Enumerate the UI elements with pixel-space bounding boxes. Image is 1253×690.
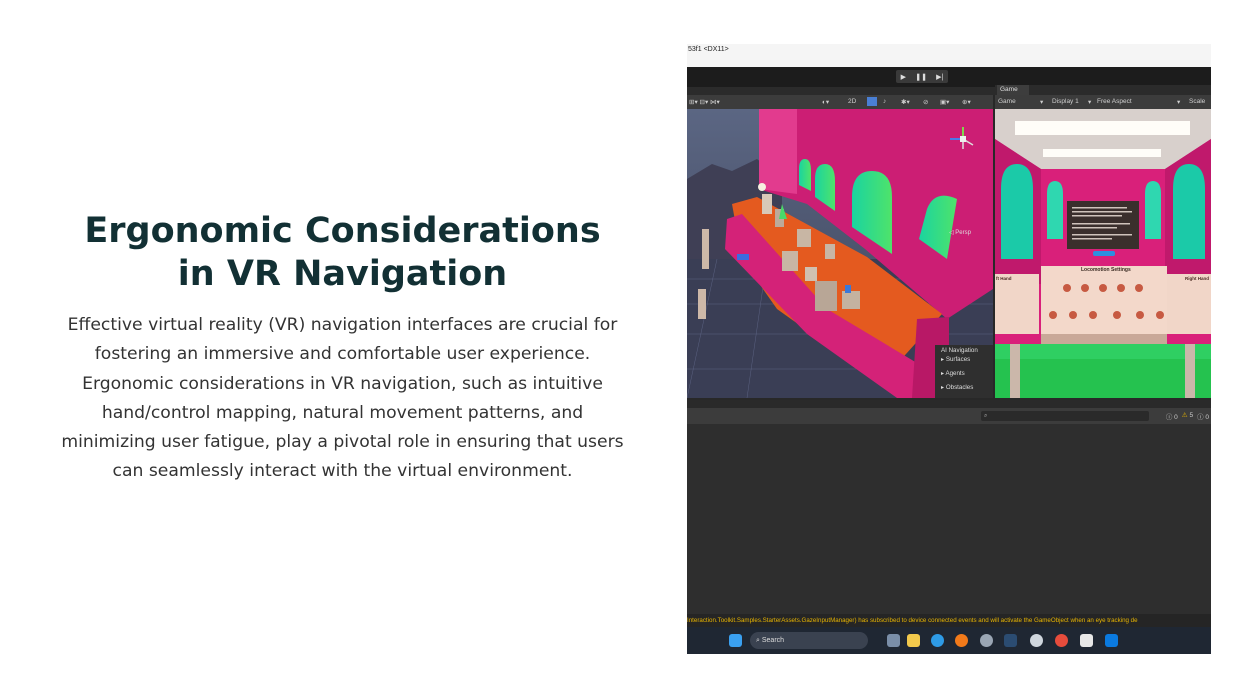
ai-navigation-obstacles[interactable]: ▸ Obstacles — [941, 384, 973, 391]
body-line-3: Ergonomic considerations in VR navigatio… — [82, 373, 603, 394]
toggle-2d-button[interactable]: 2D — [848, 98, 856, 105]
persp-label[interactable]: ◁ Persp — [949, 229, 971, 236]
game-tab-label: Game — [1000, 86, 1018, 93]
hidden-objects-icon[interactable]: ⊘ — [923, 98, 928, 106]
warning-count-toggle[interactable]: ⚠ 5 — [1182, 411, 1193, 421]
unity-editor-screenshot: 53f1 <DX11> ▶ ❚❚ ▶| ⊞▾ ⊟▾ ⋈▾ ◐▾ 2D ♪ ✱▾ … — [687, 44, 1211, 654]
scene-view[interactable]: ◁ Persp AI Navigation ▸ Surfaces ▸ Agent… — [687, 109, 993, 398]
settings-gear-icon[interactable] — [980, 634, 993, 647]
body-line-4: hand/control mapping, natural movement p… — [101, 402, 584, 423]
ai-navigation-overlay: AI Navigation ▸ Surfaces ▸ Agents ▸ Obst… — [935, 345, 993, 398]
play-button[interactable]: ▶ — [901, 73, 906, 81]
lighting-icon[interactable] — [867, 97, 877, 106]
unity-editor-icon[interactable] — [1080, 634, 1093, 647]
log-count-toggle[interactable]: ⓘ 0 — [1166, 411, 1178, 421]
chevron-down-icon: ▾ — [1040, 99, 1044, 106]
pause-button[interactable]: ❚❚ — [915, 73, 927, 81]
game-tab[interactable]: Game — [997, 85, 1029, 95]
shading-mode-icon[interactable]: ◐▾ — [822, 98, 829, 106]
slide-title-line-1: Ergonomic Considerations — [84, 211, 601, 251]
console-tab-strip — [687, 400, 1211, 408]
play-toolbar: ▶ ❚❚ ▶| — [687, 67, 1211, 87]
slide-title-line-2: in VR Navigation — [177, 254, 508, 294]
game-view[interactable]: ft Hand Right Hand Locomotion Settings — [995, 109, 1211, 398]
step-button[interactable]: ▶| — [936, 73, 943, 81]
error-count: 0 — [1205, 414, 1209, 421]
file-explorer-icon[interactable] — [907, 634, 920, 647]
obstacles-label: Obstacles — [945, 384, 974, 391]
warning-icon: ⚠ — [1181, 412, 1188, 419]
ai-navigation-title: AI Navigation — [941, 347, 978, 354]
windows-start-icon[interactable] — [729, 634, 742, 647]
camera-icon[interactable]: ▣▾ — [940, 98, 949, 106]
body-line-5: minimizing user fatigue, play a pivotal … — [61, 432, 624, 453]
taskbar-search-label: Search — [761, 637, 785, 644]
ai-navigation-surfaces[interactable]: ▸ Surfaces — [941, 356, 970, 363]
scene-tab-strip — [687, 87, 995, 95]
audio-icon[interactable]: ♪ — [883, 98, 886, 105]
error-count-toggle[interactable]: ⓘ 0 — [1197, 411, 1209, 421]
console-search-input[interactable]: ⌕ — [981, 411, 1149, 421]
display-dropdown[interactable]: Display 1 — [1052, 98, 1079, 105]
search-icon: ⌕ — [984, 413, 988, 419]
unity-hub-icon[interactable] — [1030, 634, 1043, 647]
right-hand-label: Right Hand — [1185, 276, 1209, 281]
meta-quest-icon[interactable] — [1105, 634, 1118, 647]
game-toolbar: Game ▾ Display 1 ▾ Free Aspect ▾ Scale — [995, 95, 1211, 109]
aspect-dropdown[interactable]: Free Aspect — [1097, 98, 1132, 105]
warning-count: 5 — [1189, 412, 1194, 419]
windows-taskbar: ⌕ Search — [687, 627, 1211, 654]
chevron-down-icon: ▾ — [1177, 99, 1181, 106]
body-line-6: can seamlessly interact with the virtual… — [112, 461, 573, 482]
edge-browser-icon[interactable] — [931, 634, 944, 647]
surfaces-label: Surfaces — [945, 356, 971, 363]
ai-navigation-agents[interactable]: ▸ Agents — [941, 370, 965, 377]
body-line-2: fostering an immersive and comfortable u… — [94, 344, 591, 365]
status-bar-message[interactable]: Interaction.Toolkit.Samples.StarterAsset… — [687, 614, 1211, 627]
agents-label: Agents — [945, 370, 965, 377]
gizmos-icon[interactable]: ⊕▾ — [962, 98, 971, 106]
game-tab-strip: Game — [995, 85, 1211, 95]
firefox-icon[interactable] — [955, 634, 968, 647]
console-counters: ⓘ 0 ⚠ 5 ⓘ 0 — [1166, 411, 1209, 421]
chrome-icon[interactable] — [1055, 634, 1068, 647]
taskbar-search[interactable]: ⌕ Search — [750, 632, 868, 649]
console-log-area[interactable] — [687, 424, 1211, 614]
locomotion-settings-title: Locomotion Settings — [1081, 267, 1131, 273]
chevron-down-icon: ▾ — [1088, 99, 1092, 106]
scene-toolbar: ⊞▾ ⊟▾ ⋈▾ ◐▾ 2D ♪ ✱▾ ⊘ ▣▾ ⊕▾ — [687, 95, 993, 109]
left-hand-label: ft Hand — [996, 276, 1012, 281]
slide-body: Effective virtual reality (VR) navigatio… — [40, 311, 645, 487]
play-controls: ▶ ❚❚ ▶| — [896, 70, 948, 83]
game-render — [995, 109, 1211, 398]
log-count: 0 — [1174, 414, 1178, 421]
scale-label[interactable]: Scale — [1189, 98, 1205, 105]
window-title: 53f1 <DX11> — [687, 44, 1211, 67]
task-view-icon[interactable] — [887, 634, 900, 647]
console-toolbar: ⌕ ⓘ 0 ⚠ 5 ⓘ 0 — [687, 408, 1211, 424]
body-line-1: Effective virtual reality (VR) navigatio… — [67, 315, 618, 335]
steam-icon[interactable] — [1004, 634, 1017, 647]
transform-tools-icon[interactable]: ⊞▾ ⊟▾ ⋈▾ — [689, 98, 720, 106]
game-mode-dropdown[interactable]: Game — [998, 98, 1016, 105]
effects-icon[interactable]: ✱▾ — [901, 98, 910, 106]
slide-title: Ergonomic Considerations in VR Navigatio… — [40, 210, 645, 296]
